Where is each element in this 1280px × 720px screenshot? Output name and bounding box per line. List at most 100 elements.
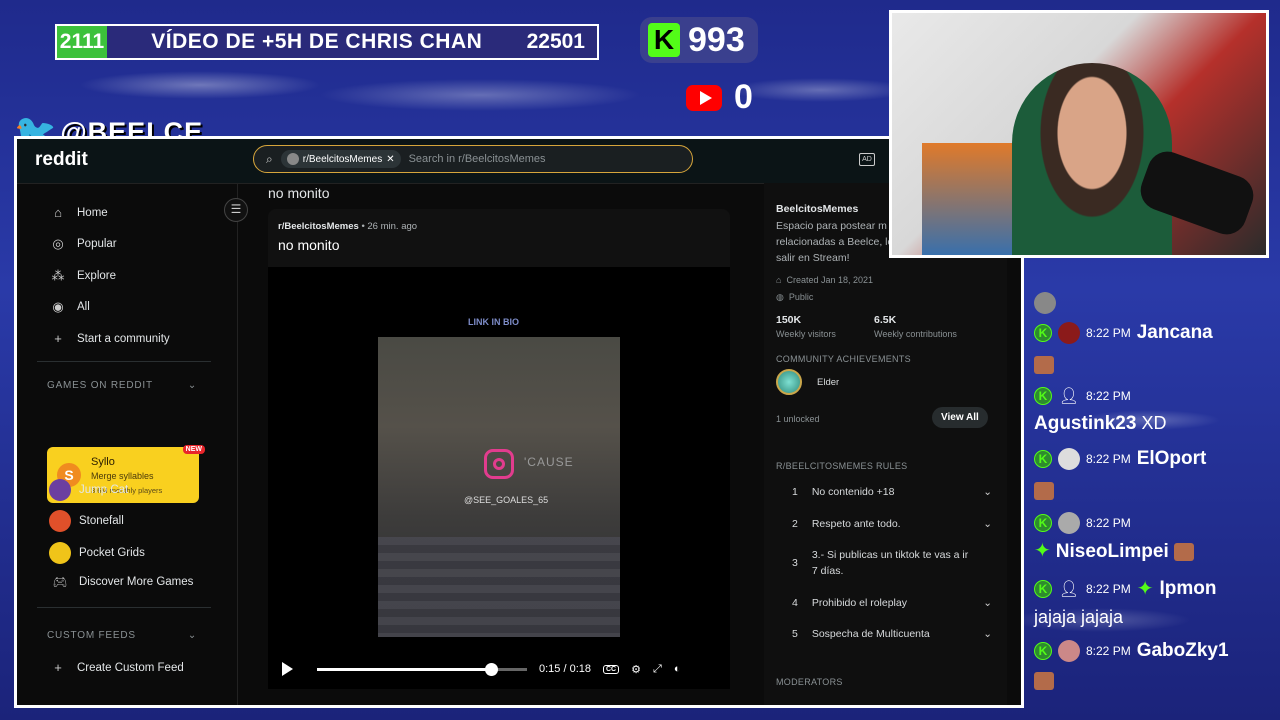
chevron-down-icon[interactable]: ⌄: [188, 630, 197, 641]
rule-item[interactable]: 2 Respeto ante todo. ⌄: [792, 518, 992, 530]
rule-text: Sospecha de Multicuenta: [811, 628, 930, 640]
avatar: [1034, 292, 1056, 314]
elder-badge-icon: [776, 369, 802, 395]
nav-home[interactable]: ⌂ Home: [51, 205, 108, 220]
rule-text-block: 3.- Si publicas un tiktok te vas a ir 7 d…: [812, 549, 968, 577]
kick-badge-icon: K: [1034, 642, 1052, 660]
user-icon: 👤︎: [1058, 388, 1080, 405]
chat-username[interactable]: GaboZky1: [1137, 640, 1229, 662]
chat-message: K 👤︎ 8:22 PM ✦ Ipmon: [1034, 576, 1216, 601]
game-jump-cat[interactable]: Jump Cat: [49, 479, 128, 501]
sparkle-icon: ✦: [1034, 540, 1051, 562]
search-input[interactable]: ⌕ r/BeelcitosMemes ✕ Search in r/Beelcit…: [253, 145, 693, 173]
nav-all[interactable]: ◉ All: [51, 299, 89, 315]
rule-number: 5: [792, 628, 798, 640]
divider: [37, 607, 211, 608]
volume-icon[interactable]: ◐: [674, 663, 681, 675]
game-stonefall[interactable]: Stonefall: [49, 510, 124, 532]
reddit-logo[interactable]: reddit: [35, 149, 88, 171]
chat-text: XD: [1141, 413, 1167, 433]
kick-badge-icon: K: [1034, 324, 1052, 342]
new-badge: NEW: [182, 445, 205, 454]
rule-item[interactable]: 5 Sospecha de Multicuenta ⌄: [792, 628, 992, 640]
post-title[interactable]: no monito: [278, 237, 339, 253]
explore-icon: ⁂: [51, 268, 65, 283]
chat-text: jajaja jajaja: [1034, 607, 1124, 627]
game-label: Pocket Grids: [79, 547, 145, 559]
subreddit-chip[interactable]: r/BeelcitosMemes ✕: [280, 150, 401, 168]
rule-text: No contenido +18: [811, 486, 895, 498]
custom-feeds-header[interactable]: CUSTOM FEEDS ⌄: [47, 630, 197, 641]
rule-item[interactable]: 4 Prohibido el roleplay ⌄: [792, 597, 992, 609]
games-section-header[interactable]: GAMES ON REDDIT ⌄: [47, 380, 197, 391]
reddit-topbar: reddit ⌕ r/BeelcitosMemes ✕ Search in r/…: [17, 139, 1021, 184]
rule-text: Respeto ante todo.: [811, 518, 901, 530]
nav-explore[interactable]: ⁂ Explore: [51, 268, 117, 284]
chat-username[interactable]: NiseoLimpei: [1056, 541, 1169, 562]
emote-image: [1034, 482, 1054, 500]
fullscreen-icon[interactable]: ⤢: [653, 663, 662, 676]
close-icon[interactable]: ✕: [386, 154, 394, 165]
community-visibility: ◍ Public: [776, 292, 813, 303]
rule-item[interactable]: 1 No contenido +18 ⌄: [792, 486, 992, 498]
avatar: [1058, 512, 1080, 534]
community-name[interactable]: BeelcitosMemes: [776, 203, 858, 215]
streamer-image: [1012, 63, 1172, 255]
video-player[interactable]: LINK IN BIO 'CAUSE @SEE_GOALES_65 0:15 /…: [268, 267, 730, 689]
discover-more-games[interactable]: 🎮︎ Discover More Games: [49, 575, 194, 589]
stonefall-icon: [49, 510, 71, 532]
gamepad-icon: 🎮︎: [52, 577, 68, 589]
seek-fill: [317, 667, 492, 671]
all-icon: ◉: [52, 299, 64, 314]
time-display: 0:15 / 0:18: [539, 663, 591, 675]
game-label: Discover More Games: [79, 576, 194, 588]
created-label: Created Jan 18, 2021: [786, 275, 874, 285]
create-custom-feed[interactable]: + Create Custom Feed: [51, 660, 184, 675]
kick-counter: K 993: [640, 17, 758, 63]
chat-username[interactable]: Agustink23: [1034, 413, 1136, 434]
kick-badge-icon: K: [1034, 514, 1052, 532]
achievements-unlocked: 1 unlocked: [776, 414, 820, 424]
globe-icon: ◍: [776, 292, 784, 302]
banner-title: VÍDEO DE +5H DE CHRIS CHAN: [151, 30, 483, 53]
seek-bar[interactable]: [317, 662, 527, 676]
collapse-menu-button[interactable]: ☰: [224, 198, 248, 222]
chevron-down-icon[interactable]: ⌄: [188, 380, 197, 391]
chat-time: 8:22 PM: [1086, 326, 1131, 340]
left-sidebar: ⌂ Home ◎ Popular ⁂ Explore ◉ All + Start a co…: [17, 183, 238, 705]
nav-popular[interactable]: ◎ Popular: [51, 236, 116, 252]
avatar: [1058, 322, 1080, 344]
game-label: Jump Cat: [79, 484, 129, 496]
settings-icon[interactable]: ⚙: [631, 663, 641, 676]
banner-left-count: 2111: [57, 26, 107, 58]
ad-icon[interactable]: AD: [859, 153, 875, 166]
nav-start-community-label: Start a community: [77, 332, 170, 345]
webcam-feed: [889, 10, 1269, 258]
rule-item[interactable]: 3 3.- Si publicas un tiktok te vas a ir 7 …: [792, 549, 992, 577]
post-subreddit[interactable]: r/BeelcitosMemes: [278, 221, 359, 232]
emote-image: [1034, 356, 1054, 374]
chat-message: K 8:22 PM GaboZky1: [1034, 640, 1229, 662]
pocket-grids-icon: [49, 542, 71, 564]
emote-image: [1034, 672, 1054, 690]
nav-start-community[interactable]: + Start a community: [51, 331, 170, 346]
rule-number: 4: [792, 597, 798, 609]
seek-handle[interactable]: [485, 662, 499, 676]
captions-icon[interactable]: CC: [603, 664, 620, 674]
subreddit-avatar: [286, 153, 299, 165]
nav-explore-label: Explore: [77, 270, 116, 282]
view-all-button[interactable]: View All: [932, 407, 988, 428]
stat-contributions-label: Weekly contributions: [874, 329, 957, 339]
game-label: Stonefall: [79, 515, 124, 527]
chat-username[interactable]: Ipmon: [1159, 578, 1216, 600]
chevron-down-icon: ⌄: [983, 628, 992, 640]
chat-time: 8:22 PM: [1086, 452, 1131, 466]
game-pocket-grids[interactable]: Pocket Grids: [49, 542, 145, 564]
chat-message: K 8:22 PM: [1034, 512, 1131, 534]
play-icon[interactable]: [282, 662, 293, 676]
chat-username[interactable]: ElOport: [1137, 448, 1207, 470]
chat-time: 8:22 PM: [1086, 516, 1131, 530]
community-desc-2: relacionadas a Beelce, lo: [776, 236, 894, 248]
chat-username[interactable]: Jancana: [1137, 322, 1213, 344]
emote-image: [1173, 543, 1194, 562]
